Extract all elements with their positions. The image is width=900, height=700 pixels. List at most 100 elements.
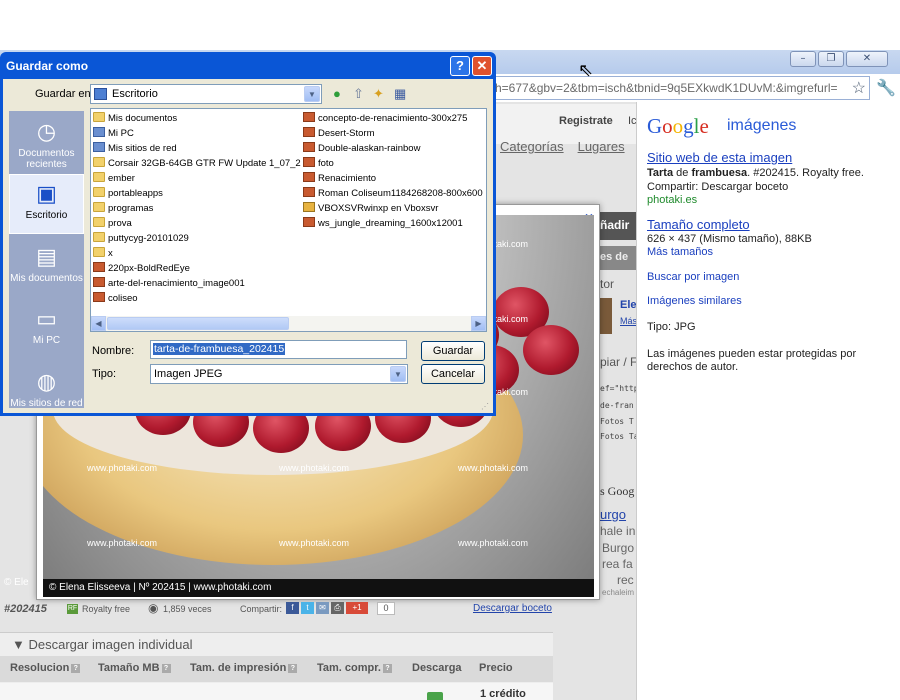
file-name: Corsair 32GB-64GB GTR FW Update 1_07_2 xyxy=(108,158,301,169)
new-folder-icon[interactable]: ✦ xyxy=(373,86,384,102)
website-link[interactable]: Sitio web de esta imagen xyxy=(647,150,792,165)
address-text: h=677&gbv=2&tbm=isch&tbnid=9q5EXkwdK1DUv… xyxy=(495,81,838,95)
help-icon[interactable]: ? xyxy=(71,663,81,673)
scroll-right-icon[interactable]: ▶ xyxy=(471,316,486,331)
facebook-icon[interactable]: f xyxy=(286,602,299,614)
help-icon[interactable]: ? xyxy=(161,663,171,673)
list-item[interactable]: ws_jungle_dreaming_1600x12001 xyxy=(303,217,463,229)
list-item[interactable]: x xyxy=(93,247,113,259)
list-item[interactable]: foto xyxy=(303,157,334,169)
register-link[interactable]: Registrate xyxy=(559,115,613,127)
place-my-documents[interactable]: ▤ Mis documentos xyxy=(9,238,84,298)
dialog-close-button[interactable]: ✕ xyxy=(472,56,492,76)
google-images-label[interactable]: imágenes xyxy=(727,117,796,135)
save-in-value: Escritorio xyxy=(112,88,158,100)
nav-lugares[interactable]: Lugares xyxy=(578,139,625,154)
view-menu-icon[interactable]: ▦ xyxy=(394,86,406,102)
help-icon[interactable]: ? xyxy=(382,663,392,673)
list-item[interactable]: concepto-de-renacimiento-300x275 xyxy=(303,112,467,124)
more-sizes-link[interactable]: Más tamaños xyxy=(647,246,713,258)
more-link[interactable]: Más xyxy=(620,316,637,326)
title-word: de xyxy=(673,167,692,179)
file-type-label: Tipo: xyxy=(92,368,117,380)
file-name: Double-alaskan-rainbow xyxy=(318,143,421,154)
code-line-4: Fotos Ta xyxy=(600,432,639,441)
file-name: coliseo xyxy=(108,293,138,304)
place-my-computer[interactable]: ▭ Mi PC xyxy=(9,300,84,360)
list-item[interactable]: Roman Coliseum1184268208-800x600 xyxy=(303,187,483,199)
watermark: www.photaki.com xyxy=(87,463,158,473)
address-bar[interactable]: h=677&gbv=2&tbm=isch&tbnid=9q5EXkwdK1DUv… xyxy=(490,76,870,100)
cancel-button[interactable]: Cancelar xyxy=(421,364,485,384)
scrollbar-thumb[interactable] xyxy=(107,317,289,330)
raspberry xyxy=(523,325,579,375)
place-label: Mi PC xyxy=(32,335,61,346)
scroll-left-icon[interactable]: ◀ xyxy=(91,316,106,331)
list-item[interactable]: puttycyg-20101029 xyxy=(93,232,189,244)
list-item[interactable]: Mis sitios de red xyxy=(93,142,177,154)
list-item[interactable]: prova xyxy=(93,217,132,229)
similar-images-link[interactable]: Imágenes similares xyxy=(647,295,742,307)
royalty-free-icon: RF xyxy=(67,604,78,614)
folder-icon xyxy=(93,247,105,257)
filename-input[interactable]: tarta-de-frambuesa_202415 xyxy=(150,340,407,359)
place-recent[interactable]: ◷ Documentos recientes xyxy=(9,113,84,173)
download-button[interactable] xyxy=(427,692,443,700)
google-logo[interactable]: Google xyxy=(647,114,709,139)
download-sketch-link[interactable]: Descargar boceto xyxy=(473,603,552,614)
chevron-down-icon[interactable]: ▼ xyxy=(390,366,406,382)
add-button-fragment[interactable]: ñadir xyxy=(598,212,636,240)
resize-grip-icon[interactable]: ⋰ xyxy=(481,402,489,411)
star-icon[interactable]: ☆ xyxy=(852,78,866,98)
window-close-button[interactable]: ✕ xyxy=(846,51,888,67)
copyright-note-line1: Las imágenes pueden estar protegidas por xyxy=(647,348,857,360)
window-controls: – ❐ ✕ xyxy=(790,51,888,67)
shortcut-icon xyxy=(303,202,315,212)
code-line-3: Fotos T xyxy=(600,417,634,426)
maximize-button[interactable]: ❐ xyxy=(818,51,844,67)
email-icon[interactable]: ✉ xyxy=(316,602,329,614)
wrench-icon[interactable]: 🔧 xyxy=(876,78,896,98)
list-item[interactable]: Mis documentos xyxy=(93,112,177,124)
chevron-down-icon[interactable]: ▼ xyxy=(304,86,320,102)
list-item[interactable]: Mi PC xyxy=(93,127,134,139)
list-item[interactable]: Double-alaskan-rainbow xyxy=(303,142,420,154)
list-item[interactable]: Desert-Storm xyxy=(303,127,374,139)
view-count: 1,859 veces xyxy=(163,604,212,614)
file-name: Desert-Storm xyxy=(318,128,375,139)
help-button[interactable]: ? xyxy=(450,56,470,76)
up-folder-icon[interactable]: ⇧ xyxy=(353,86,364,102)
list-item[interactable]: 220px-BoldRedEye xyxy=(93,262,190,274)
title-word: frambuesa xyxy=(691,167,748,179)
full-size-link[interactable]: Tamaño completo xyxy=(647,217,750,232)
image-file-icon xyxy=(303,112,315,122)
list-item[interactable]: VBOXSVRwinxp en Vboxsvr xyxy=(303,202,438,214)
save-in-dropdown[interactable]: Escritorio ▼ xyxy=(90,84,322,104)
place-network[interactable]: ◍ Mis sitios de red xyxy=(9,363,84,423)
google-plus-icon[interactable]: +1 xyxy=(346,602,368,614)
nav-categorias[interactable]: Categorías xyxy=(500,139,564,154)
twitter-icon[interactable]: t xyxy=(301,602,314,614)
file-type-dropdown[interactable]: Imagen JPEG ▼ xyxy=(150,364,408,384)
list-item[interactable]: programas xyxy=(93,202,153,214)
horizontal-scrollbar[interactable]: ◀ ▶ xyxy=(91,316,486,331)
list-item[interactable]: arte-del-renacimiento_image001 xyxy=(93,277,245,289)
save-button[interactable]: Guardar xyxy=(421,341,485,361)
list-item[interactable]: portableapps xyxy=(93,187,163,199)
print-icon[interactable]: ⎙ xyxy=(331,602,344,614)
list-item[interactable]: ember xyxy=(93,172,135,184)
back-icon[interactable]: ● xyxy=(333,86,341,101)
file-list[interactable]: Mis documentos Mi PC Mis sitios de red C… xyxy=(90,108,487,332)
file-name: Roman Coliseum1184268208-800x600 xyxy=(318,188,483,199)
side-link-burgo[interactable]: urgo xyxy=(600,507,626,522)
list-item[interactable]: Renacimiento xyxy=(303,172,376,184)
minimize-button[interactable]: – xyxy=(790,51,816,67)
place-desktop[interactable]: ▣ Escritorio xyxy=(9,174,84,234)
download-panel-title[interactable]: ▼ Descargar imagen individual xyxy=(12,637,193,652)
author-link[interactable]: Ele xyxy=(620,299,637,311)
list-item[interactable]: coliseo xyxy=(93,292,138,304)
help-icon[interactable]: ? xyxy=(288,663,298,673)
search-by-image-link[interactable]: Buscar por imagen xyxy=(647,271,739,283)
list-item[interactable]: Corsair 32GB-64GB GTR FW Update 1_07_2 xyxy=(93,157,301,169)
logo-letter: o xyxy=(672,114,684,138)
